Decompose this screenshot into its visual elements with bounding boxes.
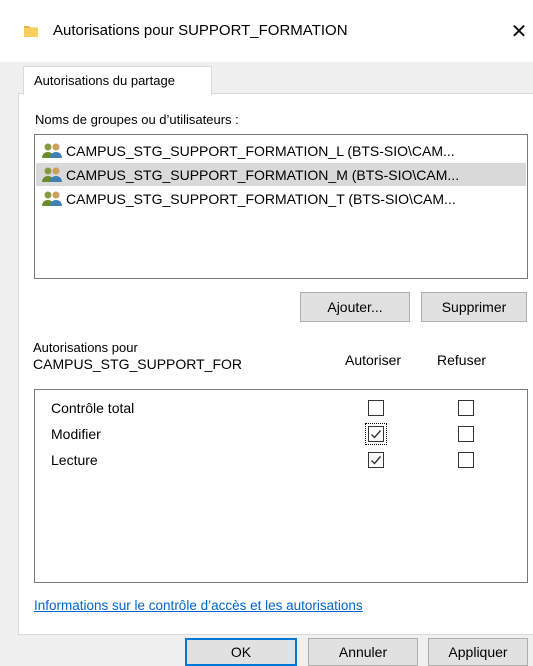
apply-button[interactable]: Appliquer bbox=[428, 638, 528, 666]
title-bar: Autorisations pour SUPPORT_FORMATION ✕ bbox=[0, 0, 533, 62]
tab-label: Autorisations du partage bbox=[34, 73, 175, 88]
cancel-button[interactable]: Annuler bbox=[308, 638, 418, 666]
close-button[interactable]: ✕ bbox=[505, 16, 533, 46]
group-name: CAMPUS_STG_SUPPORT_FORMATION_M (BTS-SIO\… bbox=[66, 166, 460, 183]
groups-label: Noms de groupes ou d’utilisateurs : bbox=[35, 112, 239, 127]
group-list-item[interactable]: CAMPUS_STG_SUPPORT_FORMATION_T (BTS-SIO\… bbox=[36, 187, 526, 210]
checkmark-icon bbox=[371, 430, 382, 439]
permission-row-read: Lecture bbox=[35, 448, 527, 472]
deny-checkbox[interactable] bbox=[458, 400, 474, 416]
deny-checkbox[interactable] bbox=[458, 426, 474, 442]
close-icon: ✕ bbox=[510, 20, 528, 43]
checkmark-icon bbox=[371, 456, 382, 465]
groups-listbox[interactable]: CAMPUS_STG_SUPPORT_FORMATION_L (BTS-SIO\… bbox=[34, 134, 528, 279]
permission-label: Lecture bbox=[51, 452, 98, 468]
add-button[interactable]: Ajouter... bbox=[300, 292, 410, 322]
permission-row-full-control: Contrôle total bbox=[35, 396, 527, 420]
folder-icon bbox=[24, 26, 38, 37]
remove-button[interactable]: Supprimer bbox=[421, 292, 527, 322]
permissions-list: Contrôle total Modifier Lecture bbox=[34, 389, 528, 583]
allow-checkbox[interactable] bbox=[368, 452, 384, 468]
permission-label: Modifier bbox=[51, 426, 101, 442]
deny-column-header: Refuser bbox=[437, 352, 487, 368]
allow-column-header: Autoriser bbox=[345, 352, 402, 368]
window-title: Autorisations pour SUPPORT_FORMATION bbox=[53, 22, 348, 39]
group-name: CAMPUS_STG_SUPPORT_FORMATION_T (BTS-SIO\… bbox=[66, 190, 456, 207]
group-list-item[interactable]: CAMPUS_STG_SUPPORT_FORMATION_L (BTS-SIO\… bbox=[36, 139, 526, 162]
user-group-icon bbox=[42, 167, 62, 182]
allow-checkbox[interactable] bbox=[368, 400, 384, 416]
permission-row-modify: Modifier bbox=[35, 422, 527, 446]
deny-checkbox[interactable] bbox=[458, 452, 474, 468]
permissions-header-line2: CAMPUS_STG_SUPPORT_FOR bbox=[33, 356, 243, 372]
group-name: CAMPUS_STG_SUPPORT_FORMATION_L (BTS-SIO\… bbox=[66, 142, 455, 159]
tab-share-permissions[interactable]: Autorisations du partage bbox=[23, 66, 212, 95]
permission-label: Contrôle total bbox=[51, 400, 135, 416]
user-group-icon bbox=[42, 191, 62, 206]
user-group-icon bbox=[42, 143, 62, 158]
ok-button[interactable]: OK bbox=[185, 638, 297, 666]
allow-checkbox[interactable] bbox=[365, 423, 387, 445]
access-control-info-link[interactable]: Informations sur le contrôle d’accès et … bbox=[34, 598, 363, 613]
permissions-header-line1: Autorisations pour bbox=[33, 340, 138, 355]
group-list-item[interactable]: CAMPUS_STG_SUPPORT_FORMATION_M (BTS-SIO\… bbox=[36, 163, 526, 186]
